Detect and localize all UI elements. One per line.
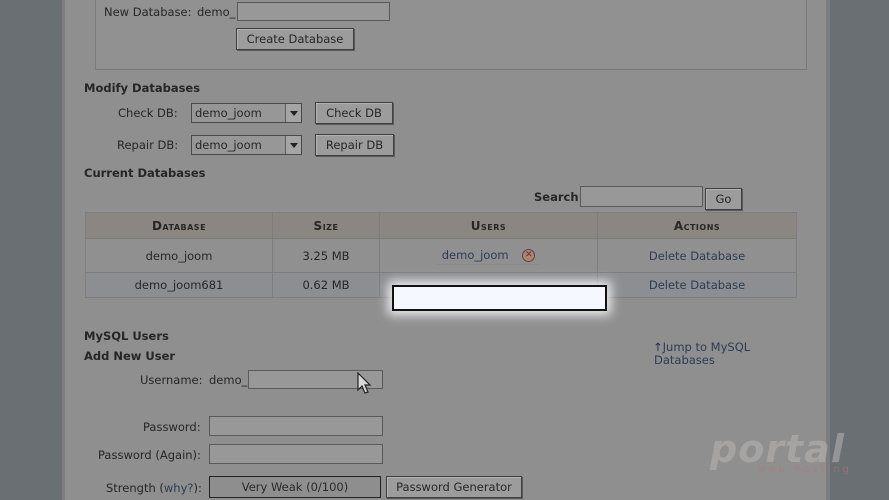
new-database-prefix: demo_ — [197, 5, 236, 19]
jump-link-line2: Databases — [654, 353, 715, 367]
strength-label: Strength (why?): — [106, 481, 202, 495]
strength-meter: Very Weak (0/100) — [209, 476, 381, 498]
strength-text: Strength — [106, 481, 156, 495]
page-edge-left — [62, 0, 65, 500]
delete-database-link[interactable]: Delete Database — [649, 278, 745, 292]
username-prefix: demo_ — [209, 373, 248, 387]
column-header-users[interactable]: Users — [379, 212, 598, 239]
new-database-label: New Database: — [104, 5, 192, 19]
database-users: demo_joom ✕ — [379, 238, 598, 273]
strength-help-link[interactable]: why? — [164, 481, 194, 495]
check-db-button[interactable]: Check DB — [315, 102, 393, 124]
remove-user-icon[interactable]: ✕ — [522, 249, 536, 262]
check-db-select[interactable]: demo_joom — [191, 103, 302, 123]
repair-db-button[interactable]: Repair DB — [315, 134, 394, 156]
column-header-actions: Actions — [597, 212, 797, 239]
database-name: demo_joom — [85, 238, 273, 273]
logo-tagline: web hosting — [758, 464, 852, 475]
page-edge-right — [826, 0, 830, 500]
password-label: Password: — [143, 420, 201, 434]
repair-db-label: Repair DB: — [117, 138, 179, 152]
modify-databases-heading: Modify Databases — [84, 81, 201, 95]
repair-db-selected: demo_joom — [195, 138, 262, 152]
password-again-input[interactable] — [209, 444, 383, 464]
right-backdrop — [830, 0, 889, 500]
repair-db-select[interactable]: demo_joom — [191, 135, 302, 155]
arrow-up-icon: ↑ — [653, 340, 663, 354]
mysql-users-heading: MySQL Users — [84, 329, 169, 343]
logo-wordmark: portal — [710, 427, 845, 471]
chevron-down-icon[interactable] — [285, 104, 301, 122]
new-database-input[interactable] — [237, 2, 390, 21]
create-database-button[interactable]: Create Database — [236, 28, 354, 50]
database-size: 3.25 MB — [272, 238, 380, 273]
portal-logo: portal web hosting — [710, 430, 852, 475]
password-input[interactable] — [209, 416, 383, 436]
delete-database-link[interactable]: Delete Database — [649, 249, 745, 263]
jump-to-databases-link[interactable]: ↑Jump to MySQL Databases — [653, 341, 750, 367]
mouse-cursor-icon — [357, 372, 372, 394]
current-databases-heading: Current Databases — [84, 166, 206, 180]
database-actions: Delete Database — [597, 272, 797, 298]
database-size: 0.62 MB — [272, 272, 380, 298]
user-chip: demo_joom ✕ — [435, 246, 542, 265]
highlight-box — [392, 285, 607, 311]
left-backdrop — [0, 0, 62, 500]
add-new-user-heading: Add New User — [84, 349, 176, 363]
go-button[interactable]: Go — [705, 188, 742, 210]
database-user-link[interactable]: demo_joom — [442, 248, 509, 262]
password-again-label: Password (Again): — [98, 448, 201, 462]
column-header-database[interactable]: Database — [85, 212, 273, 239]
table-row: demo_joom 3.25 MB demo_joom ✕ Delete Dat… — [85, 238, 797, 273]
username-label: Username: — [140, 373, 203, 387]
column-header-size[interactable]: Size — [272, 212, 380, 239]
search-input[interactable] — [580, 186, 703, 207]
check-db-selected: demo_joom — [195, 106, 262, 120]
check-db-label: Check DB: — [118, 106, 178, 120]
database-name: demo_joom681 — [85, 272, 273, 298]
password-generator-button[interactable]: Password Generator — [386, 476, 522, 498]
search-label: Search — [534, 190, 579, 204]
database-actions: Delete Database — [597, 238, 797, 273]
strength-value: Very Weak (0/100) — [241, 480, 349, 494]
jump-link-line1: Jump to MySQL — [662, 340, 751, 354]
chevron-down-icon[interactable] — [285, 136, 301, 154]
